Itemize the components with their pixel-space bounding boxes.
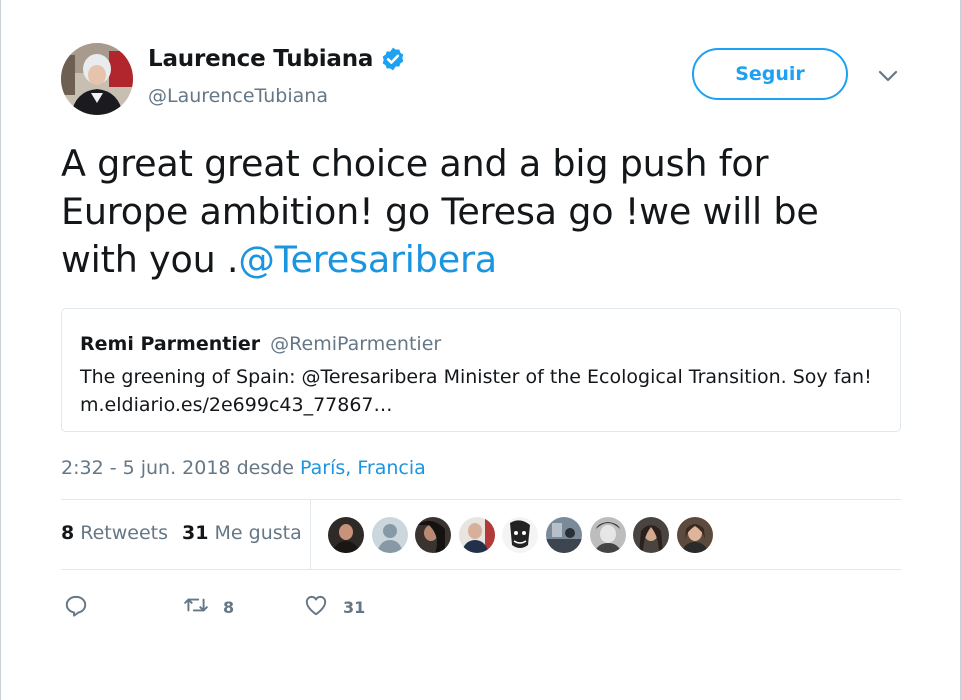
liker-avatar[interactable]: [545, 517, 582, 553]
tweet-mention-link[interactable]: @Teresaribera: [238, 238, 497, 281]
author-handle[interactable]: @LaurenceTubiana: [148, 85, 328, 107]
retweet-icon: [183, 592, 209, 622]
quoted-tweet-header: Remi Parmentier @RemiParmentier: [80, 333, 441, 355]
retweets-count: 8: [61, 522, 75, 544]
heart-icon: [303, 592, 329, 622]
divider-bottom: [61, 569, 901, 570]
liker-avatar[interactable]: [415, 517, 452, 553]
liker-avatar[interactable]: [633, 517, 670, 553]
reply-icon: [63, 592, 89, 622]
liker-avatars: [328, 517, 720, 553]
like-button[interactable]: 31: [303, 592, 423, 622]
tweet-text: A great great choice and a big push for …: [61, 140, 901, 284]
verified-badge-icon: [380, 46, 406, 72]
quoted-tweet[interactable]: Remi Parmentier @RemiParmentier The gree…: [61, 308, 901, 432]
tweet-place-link[interactable]: París, Francia: [300, 457, 426, 479]
retweet-button[interactable]: 8: [183, 592, 303, 622]
liker-avatar[interactable]: [589, 517, 626, 553]
stats-separator: [310, 500, 311, 570]
tweet-actions: 8 31: [63, 592, 423, 622]
likes-label: Me gusta: [208, 522, 302, 544]
liker-avatar[interactable]: [676, 517, 713, 553]
author-name-row[interactable]: Laurence Tubiana: [148, 46, 406, 72]
quoted-display-name: Remi Parmentier: [80, 333, 261, 355]
tweet-timestamp[interactable]: 2:32 - 5 jun. 2018 desde: [61, 457, 300, 479]
liker-avatar[interactable]: [502, 517, 539, 553]
author-display-name[interactable]: Laurence Tubiana: [148, 46, 373, 72]
quoted-tweet-text: The greening of Spain: @Teresaribera Min…: [80, 363, 880, 419]
divider-top: [61, 499, 901, 500]
quoted-handle: @RemiParmentier: [270, 333, 442, 355]
retweets-label: Retweets: [74, 522, 169, 544]
retweet-count: 8: [223, 597, 235, 617]
caret-down-icon[interactable]: [876, 66, 900, 86]
likes-count: 31: [182, 522, 209, 544]
liker-avatar[interactable]: [328, 517, 364, 553]
likes-stat[interactable]: 31 Me gusta: [182, 522, 302, 544]
tweet-stats: 8 Retweets 31 Me gusta: [61, 522, 316, 544]
liker-avatar[interactable]: [458, 517, 495, 553]
reply-button[interactable]: [63, 592, 183, 622]
like-count: 31: [343, 597, 366, 617]
quoted-link: m.eldiario.es/2e699c43_77867…: [80, 394, 393, 416]
liker-avatar[interactable]: [371, 517, 408, 553]
follow-button[interactable]: Seguir: [692, 48, 848, 100]
quoted-text: The greening of Spain: @Teresaribera Min…: [80, 366, 872, 388]
author-avatar[interactable]: [61, 43, 133, 115]
tweet-metadata: 2:32 - 5 jun. 2018 desde París, Francia: [61, 457, 426, 479]
retweets-stat[interactable]: 8 Retweets: [61, 522, 168, 544]
